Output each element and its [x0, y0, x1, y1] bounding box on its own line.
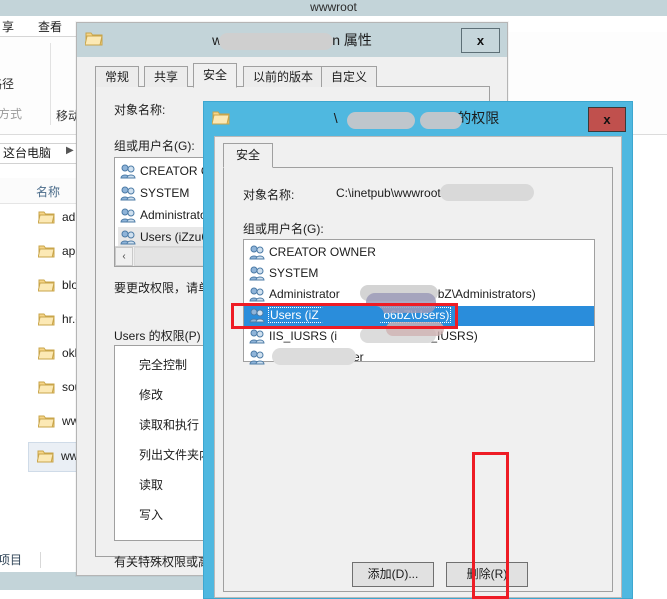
folder-icon: [38, 313, 55, 326]
screen-root: wwwroot 享 查看 路径 捷方式 移动 这台电脑 ▶ 名称: [0, 0, 667, 599]
ribbon-paste-shortcut-label: 捷方式: [0, 107, 23, 121]
list-item-label: Administrato: [140, 208, 207, 222]
status-bar-divider: [40, 552, 41, 568]
properties-change-hint: 要更改权限，请单: [114, 281, 211, 295]
users-group-icon: [249, 245, 265, 260]
permissions-content: 安全 对象名称: C:\inetpub\wwwroot 组或用户名(G): CR…: [214, 136, 622, 598]
users-group-icon: [249, 287, 265, 302]
permission-row-label: 完全控制: [139, 358, 188, 372]
explorer-window-title: wwwroot: [310, 0, 357, 14]
users-group-icon: [120, 186, 136, 201]
folder-icon: [38, 279, 55, 292]
breadcrumb-chevron-right-icon[interactable]: ▶: [66, 145, 74, 156]
folder-icon: [38, 211, 55, 224]
users-group-icon: [249, 350, 265, 365]
object-name-label: 对象名称:: [243, 188, 295, 202]
permission-row-label: 读取和执行: [139, 418, 200, 432]
users-group-icon: [249, 266, 265, 281]
properties-close-button[interactable]: x: [461, 28, 500, 53]
users-group-icon: [249, 329, 265, 344]
properties-group-label: 组或用户名(G):: [114, 139, 195, 153]
object-name-value: C:\inetpub\wwwroot: [336, 186, 441, 200]
folder-icon: [38, 415, 55, 428]
tab-security[interactable]: 安全: [193, 63, 238, 88]
folder-icon: [38, 347, 55, 360]
ribbon-copy-path-label[interactable]: 路径: [0, 75, 14, 92]
list-item-label: Users (iZz po6bZ\Users): [267, 307, 452, 323]
folder-icon: [38, 381, 55, 394]
users-group-icon: [120, 208, 136, 223]
properties-permissions-label: Users 的权限(P): [114, 329, 201, 343]
folder-icon: [212, 111, 230, 125]
list-item-label: er: [353, 350, 364, 364]
folder-icon: [38, 245, 55, 258]
list-item[interactable]: IIS_IUSRS (i Z\IIS_IUSRS): [244, 327, 594, 347]
properties-tabstrip: 常规 共享 安全 以前的版本 自定义: [95, 63, 490, 88]
list-item-label: SYSTEM: [269, 266, 319, 280]
list-item-label: IIS_IUSRS (i Z\IIS_IUSRS): [269, 329, 478, 343]
principal-list[interactable]: CREATOR OWNER SYSTEM Administrator po6bZ…: [243, 239, 595, 365]
scroll-left-icon[interactable]: ‹: [115, 247, 133, 266]
list-item[interactable]: CREATOR OWNER: [244, 243, 594, 263]
list-item-label: CREATOR OWNER: [269, 245, 376, 259]
properties-object-name-label: 对象名称:: [114, 103, 166, 117]
users-group-icon: [120, 164, 136, 179]
list-item[interactable]: SYSTEM: [244, 264, 594, 284]
tab-previous-versions[interactable]: 以前的版本: [243, 66, 324, 87]
list-item-label: Administrator po6bZ\Administrators): [269, 287, 536, 301]
permission-row-label: 修改: [139, 388, 164, 402]
permission-row-label: 写入: [139, 508, 164, 522]
permissions-titlebar[interactable]: \ m 的权限 x: [204, 102, 632, 136]
users-group-icon: [120, 230, 136, 245]
list-item[interactable]: er: [244, 348, 594, 368]
list-item[interactable]: Administrator po6bZ\Administrators): [244, 285, 594, 305]
redaction-blob: [440, 184, 534, 201]
tab-customize[interactable]: 自定义: [321, 66, 378, 87]
permissions-dialog: \ m 的权限 x 安全 对象名称: C:\inetpub\wwwroot 组或用…: [203, 101, 633, 599]
permissions-close-button[interactable]: x: [588, 107, 626, 132]
add-button[interactable]: 添加(D)...: [352, 562, 434, 587]
tab-security[interactable]: 安全: [223, 143, 274, 168]
tab-sharing[interactable]: 共享: [144, 66, 189, 87]
ribbon-divider-1: [50, 43, 51, 125]
remove-button[interactable]: 删除(R): [446, 562, 528, 587]
list-item-selected[interactable]: Users (iZz po6bZ\Users): [244, 306, 594, 326]
tab-general[interactable]: 常规: [95, 66, 140, 87]
permissions-tabstrip: 安全: [223, 143, 613, 168]
column-header-name[interactable]: 名称: [36, 183, 60, 200]
ribbon-tab-view[interactable]: 查看: [38, 18, 62, 35]
ribbon-tab-share[interactable]: 享: [2, 18, 14, 35]
explorer-titlebar: wwwroot: [0, 0, 667, 16]
status-bar-text: 项目: [0, 553, 23, 567]
properties-titlebar[interactable]: wn 属性 x: [77, 23, 507, 57]
permissions-title-text: \ m 的权限: [333, 110, 500, 126]
users-group-icon: [249, 308, 265, 323]
folder-icon: [37, 450, 54, 463]
group-or-usernames-label: 组或用户名(G):: [243, 222, 324, 236]
folder-icon: [85, 32, 103, 46]
list-item-label: Users (iZzu6: [140, 230, 209, 244]
permissions-security-page: 对象名称: C:\inetpub\wwwroot 组或用户名(G): CREAT…: [223, 168, 613, 592]
properties-title-text: wn 属性: [212, 32, 372, 48]
permission-row-label: 读取: [139, 478, 164, 492]
properties-special-permissions-text: 有关特殊权限或高: [114, 555, 211, 569]
list-item-label: SYSTEM: [140, 186, 190, 200]
